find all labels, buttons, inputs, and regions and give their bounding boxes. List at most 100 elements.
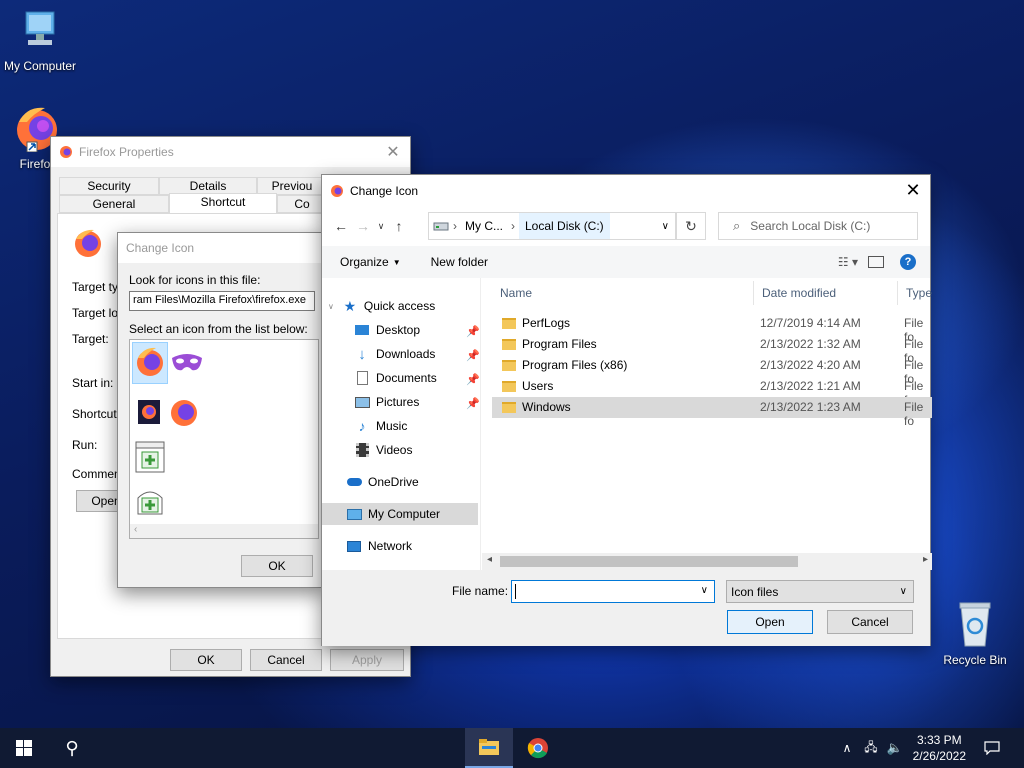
firefox-icon[interactable]: [168, 396, 200, 428]
dialog-navbar: ← → ∨ ↑ › My C... › Local Disk (C:) ∨ ↻ …: [322, 206, 930, 246]
file-type: File fo: [904, 400, 924, 428]
props-ok-button[interactable]: OK: [170, 649, 242, 671]
nav-downloads-label: Downloads: [376, 347, 436, 361]
dialog-footer: File name: ∨ Icon files ∨ Open Cancel: [322, 570, 930, 646]
icon-list-item-selected[interactable]: [132, 342, 168, 384]
file-name: PerfLogs: [522, 316, 571, 330]
column-header-date[interactable]: Date modified: [754, 281, 898, 305]
cancel-button[interactable]: Cancel: [827, 610, 913, 634]
icon-file-path-input[interactable]: ram Files\Mozilla Firefox\firefox.exe: [129, 291, 315, 311]
change-icon-ok-button[interactable]: OK: [241, 555, 313, 577]
desktop-icon-recycle-bin[interactable]: Recycle Bin: [935, 600, 1015, 667]
nav-downloads[interactable]: ↓ Downloads: [354, 343, 435, 365]
table-row[interactable]: Program Files 2/13/2022 1:32 AM File fo: [492, 334, 932, 365]
nav-desktop[interactable]: Desktop: [354, 319, 420, 341]
open-button[interactable]: Open: [727, 610, 813, 634]
desktop-icon-my-computer[interactable]: My Computer: [0, 10, 80, 73]
scroll-right-icon[interactable]: ▸: [923, 554, 928, 565]
props-cancel-button[interactable]: Cancel: [250, 649, 322, 671]
folder-icon: [502, 338, 516, 350]
breadcrumb-my-computer[interactable]: My C...: [461, 219, 507, 233]
private-browsing-mask-icon[interactable]: [170, 350, 204, 376]
notification-center-icon[interactable]: [978, 728, 1006, 768]
table-row[interactable]: Users 2/13/2022 1:21 AM File fo: [492, 376, 932, 407]
tab-shortcut[interactable]: Shortcut: [169, 193, 277, 214]
folder-icon: [502, 401, 516, 413]
column-header-name[interactable]: Name ^: [492, 279, 754, 305]
forward-arrow-icon[interactable]: →: [352, 214, 374, 238]
nav-pictures[interactable]: Pictures: [354, 391, 419, 413]
organize-menu[interactable]: Organize: [340, 255, 389, 269]
organize-dropdown-icon[interactable]: ▼: [393, 258, 401, 267]
breadcrumb-local-disk[interactable]: Local Disk (C:): [519, 213, 610, 239]
column-header-type[interactable]: Type: [898, 281, 932, 305]
text-cursor: [515, 584, 516, 599]
expand-chevron-icon[interactable]: ∨: [328, 302, 334, 311]
document-icon: [354, 370, 370, 386]
search-icon: ⌕: [733, 218, 741, 233]
clock[interactable]: 3:33 PM 2/26/2022: [913, 732, 966, 764]
recent-locations-chevron-icon[interactable]: ∨: [374, 214, 388, 238]
desktop-folder-icon: [354, 322, 370, 338]
nav-my-computer[interactable]: My Computer: [322, 503, 478, 525]
search-box[interactable]: ⌕ Search Local Disk (C:): [718, 212, 918, 240]
search-icon[interactable]: ⚲: [56, 728, 88, 768]
dialog-titlebar: Change Icon ✕: [322, 175, 930, 206]
back-arrow-icon[interactable]: ←: [330, 214, 352, 238]
table-row[interactable]: Program Files (x86) 2/13/2022 4:20 AM Fi…: [492, 355, 932, 386]
file-date: 2/13/2022 1:32 AM: [760, 337, 861, 351]
chrome-taskbar-button[interactable]: [515, 728, 561, 768]
view-options-icon[interactable]: ☷ ▾: [838, 255, 858, 269]
nav-network[interactable]: Network: [346, 535, 412, 557]
scroll-left-icon[interactable]: ◂: [487, 554, 492, 565]
address-dropdown-chevron-icon[interactable]: ∨: [662, 221, 669, 232]
up-arrow-icon[interactable]: ↑: [388, 214, 410, 238]
props-apply-button[interactable]: Apply: [330, 649, 404, 671]
chevron-down-icon[interactable]: ∨: [701, 585, 708, 596]
firefox-icon: [331, 184, 343, 197]
help-icon[interactable]: ?: [900, 254, 916, 270]
nav-onedrive[interactable]: OneDrive: [346, 471, 419, 493]
nav-documents[interactable]: Documents: [354, 367, 437, 389]
breadcrumb-separator: ›: [453, 219, 457, 233]
file-name: Program Files (x86): [522, 358, 628, 372]
scroll-left-icon[interactable]: ‹: [134, 524, 137, 535]
icon-list-scrollbar[interactable]: ‹: [130, 524, 318, 538]
star-icon: ★: [343, 297, 357, 314]
pane-divider[interactable]: [480, 278, 481, 570]
show-hidden-icons-chevron-icon[interactable]: ∧: [836, 728, 858, 768]
horizontal-scrollbar[interactable]: ◂ ▸: [482, 553, 932, 570]
file-explorer-taskbar-button[interactable]: [465, 728, 513, 768]
file-name: Program Files: [522, 337, 597, 351]
file-type-select[interactable]: Icon files ∨: [726, 580, 914, 603]
table-row[interactable]: Windows 2/13/2022 1:23 AM File fo: [492, 397, 932, 428]
drive-icon: [433, 222, 449, 231]
file-date: 12/7/2019 4:14 AM: [760, 316, 861, 330]
volume-icon[interactable]: 🔈: [884, 728, 906, 768]
network-status-icon[interactable]: 🖧: [860, 728, 882, 768]
tab-compatibility[interactable]: Co: [277, 195, 327, 213]
file-name: Windows: [522, 400, 571, 414]
pin-icon: 📌: [466, 398, 480, 410]
start-button[interactable]: [8, 728, 40, 768]
new-private-profile-icon[interactable]: [134, 484, 166, 518]
chevron-down-icon[interactable]: ∨: [900, 586, 907, 597]
tab-general[interactable]: General: [59, 195, 169, 213]
firefox-document-icon[interactable]: [136, 398, 162, 426]
nav-quick-access[interactable]: ∨ ★ Quick access: [328, 295, 435, 317]
nav-videos[interactable]: Videos: [354, 439, 412, 461]
icon-list[interactable]: ‹: [129, 339, 319, 539]
file-name-input[interactable]: ∨: [511, 580, 715, 603]
new-folder-button[interactable]: New folder: [431, 255, 488, 269]
close-icon[interactable]: ✕: [896, 176, 930, 206]
scrollbar-thumb[interactable]: [500, 556, 798, 567]
nav-music[interactable]: ♪ Music: [354, 415, 408, 437]
new-window-icon[interactable]: [134, 440, 166, 474]
address-bar[interactable]: › My C... › Local Disk (C:) ∨: [428, 212, 676, 240]
preview-pane-icon[interactable]: [868, 256, 884, 268]
tab-security[interactable]: Security: [59, 177, 159, 195]
picture-icon: [354, 394, 370, 410]
close-icon[interactable]: ✕: [376, 137, 410, 167]
refresh-icon[interactable]: ↻: [676, 212, 706, 240]
table-row[interactable]: PerfLogs 12/7/2019 4:14 AM File fo: [492, 313, 932, 344]
